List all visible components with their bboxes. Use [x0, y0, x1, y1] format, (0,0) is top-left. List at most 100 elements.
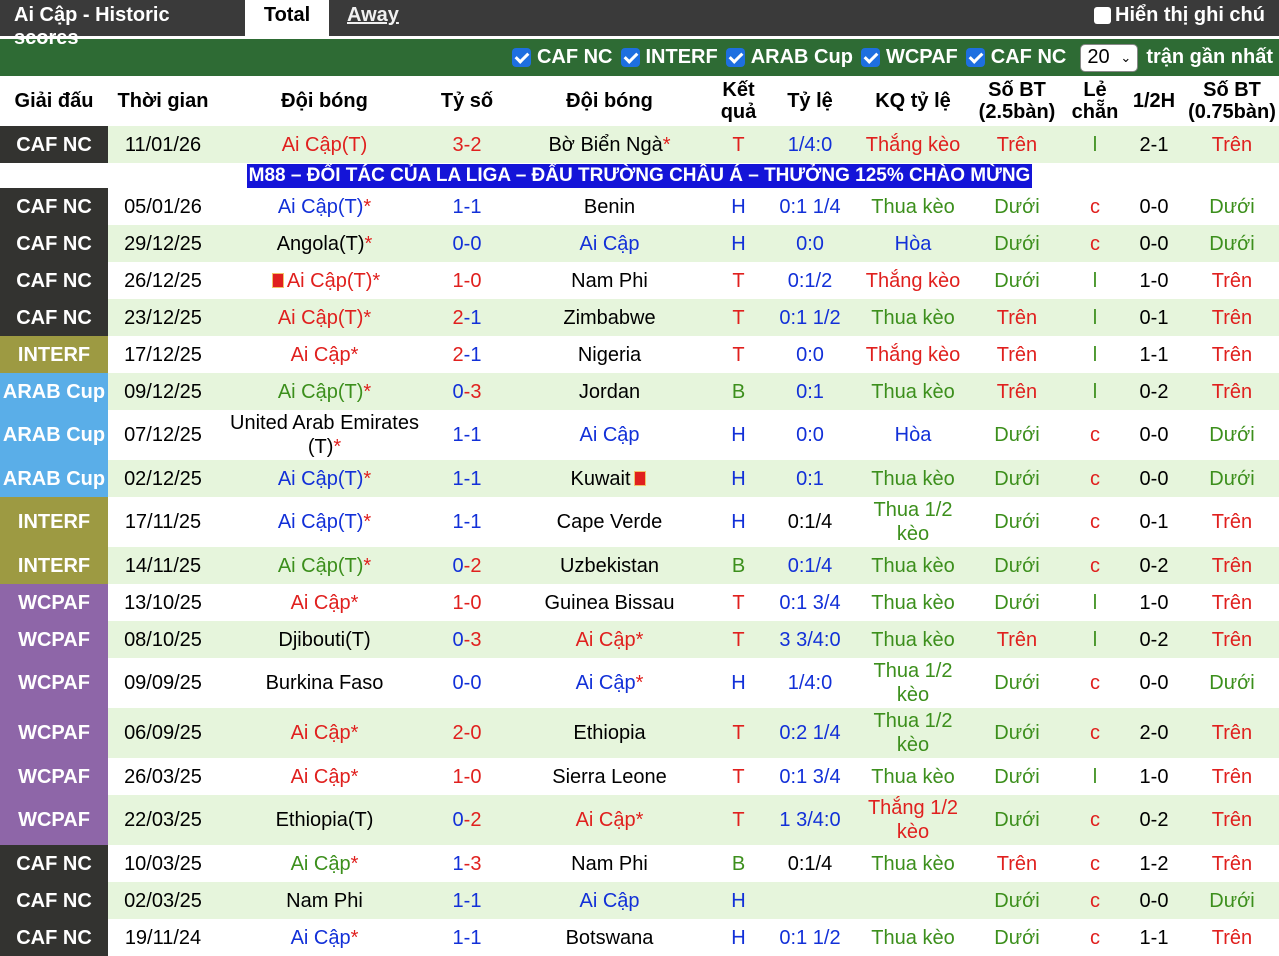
- home-team-cell[interactable]: Angola(T)*: [218, 225, 431, 262]
- table-row[interactable]: CAF NC 19/11/24 Ai Cập* 1-1 Botswana H 0:1 1/2…: [0, 919, 1279, 956]
- league-cell[interactable]: WCPAF: [0, 658, 108, 708]
- away-team-name[interactable]: Ai Cập: [579, 233, 639, 255]
- league-cell[interactable]: WCPAF: [0, 758, 108, 795]
- table-row[interactable]: WCPAF 08/10/25 Djibouti(T) 0-3 Ai Cập* T 3 3/4…: [0, 621, 1279, 658]
- table-row[interactable]: INTERF 14/11/25 Ai Cập(T)* 0-2 Uzbekistan B 0:…: [0, 547, 1279, 584]
- league-cell[interactable]: WCPAF: [0, 708, 108, 758]
- away-team-cell[interactable]: Jordan: [503, 373, 716, 410]
- away-team-name[interactable]: Botswana: [566, 927, 654, 949]
- league-cell[interactable]: CAF NC: [0, 845, 108, 882]
- table-row[interactable]: ARAB Cup 09/12/25 Ai Cập(T)* 0-3 Jordan B 0:1 T…: [0, 373, 1279, 410]
- show-notes-checkbox[interactable]: [1094, 7, 1111, 24]
- away-team-cell[interactable]: Sierra Leone: [503, 758, 716, 795]
- home-team-name[interactable]: Ai Cập(T): [278, 555, 364, 577]
- home-team-cell[interactable]: Ai Cập(T)*: [218, 460, 431, 497]
- home-team-name[interactable]: Ai Cập(T): [278, 511, 364, 533]
- league-cell[interactable]: INTERF: [0, 336, 108, 373]
- table-row[interactable]: WCPAF 09/09/25 Burkina Faso 0-0 Ai Cập* H 1/4:…: [0, 658, 1279, 708]
- home-team-cell[interactable]: Ai Cập*: [218, 336, 431, 373]
- league-cell[interactable]: CAF NC: [0, 126, 108, 163]
- away-team-cell[interactable]: Nam Phi: [503, 845, 716, 882]
- home-team-name[interactable]: Ai Cập(T): [282, 134, 368, 156]
- filter-item[interactable]: CAF NC: [511, 46, 613, 69]
- table-row[interactable]: CAF NC 05/01/26 Ai Cập(T)* 1-1 Benin H 0:1 1/4…: [0, 188, 1279, 225]
- away-team-name[interactable]: Sierra Leone: [552, 766, 667, 788]
- home-team-cell[interactable]: Ai Cập(T)*: [218, 497, 431, 547]
- away-team-name[interactable]: Ethiopia: [573, 722, 645, 744]
- table-row[interactable]: WCPAF 13/10/25 Ai Cập* 1-0 Guinea Bissau T 0:1…: [0, 584, 1279, 621]
- filter-item[interactable]: WCPAF: [860, 46, 958, 69]
- home-team-cell[interactable]: Ai Cập*: [218, 845, 431, 882]
- home-team-name[interactable]: Ai Cập(T): [278, 381, 364, 403]
- home-team-cell[interactable]: Ai Cập*: [218, 919, 431, 956]
- league-cell[interactable]: CAF NC: [0, 225, 108, 262]
- filter-item[interactable]: CAF NC: [965, 46, 1066, 69]
- match-count-select[interactable]: 20 ⌄: [1080, 43, 1139, 72]
- checkbox-checked-icon[interactable]: [860, 48, 880, 67]
- home-team-name[interactable]: Ai Cập: [291, 344, 351, 366]
- away-team-name[interactable]: Uzbekistan: [560, 555, 659, 577]
- table-row[interactable]: CAF NC 02/03/25 Nam Phi 1-1 Ai Cập H Dưới c 0-0 D…: [0, 882, 1279, 919]
- table-row[interactable]: ARAB Cup 02/12/25 Ai Cập(T)* 1-1 Kuwait H 0:1 T…: [0, 460, 1279, 497]
- home-team-name[interactable]: United Arab Emirates (T): [230, 412, 419, 458]
- league-cell[interactable]: CAF NC: [0, 919, 108, 956]
- league-cell[interactable]: WCPAF: [0, 584, 108, 621]
- away-team-cell[interactable]: Kuwait: [503, 460, 716, 497]
- table-row[interactable]: INTERF 17/11/25 Ai Cập(T)* 1-1 Cape Verde H 0:…: [0, 497, 1279, 547]
- away-team-cell[interactable]: Ai Cập*: [503, 621, 716, 658]
- away-team-cell[interactable]: Ai Cập: [503, 225, 716, 262]
- tab-away[interactable]: Away: [329, 0, 399, 36]
- home-team-name[interactable]: Ai Cập: [291, 927, 351, 949]
- checkbox-checked-icon[interactable]: [965, 48, 985, 67]
- home-team-cell[interactable]: Burkina Faso: [218, 658, 431, 708]
- away-team-name[interactable]: Bờ Biển Ngà: [548, 134, 662, 156]
- away-team-name[interactable]: Ai Cập: [576, 809, 636, 831]
- home-team-name[interactable]: Ai Cập(T): [287, 270, 373, 292]
- away-team-cell[interactable]: Ai Cập*: [503, 795, 716, 845]
- home-team-name[interactable]: Ai Cập(T): [278, 468, 364, 490]
- league-cell[interactable]: WCPAF: [0, 621, 108, 658]
- home-team-cell[interactable]: Djibouti(T): [218, 621, 431, 658]
- home-team-name[interactable]: Ai Cập(T): [278, 307, 364, 329]
- ad-banner[interactable]: M88 – ĐỐI TÁC CỦA LA LIGA – ĐẤU TRƯỜNG C…: [246, 164, 1033, 188]
- checkbox-checked-icon[interactable]: [620, 48, 640, 67]
- checkbox-checked-icon[interactable]: [725, 48, 745, 67]
- ad-banner-row[interactable]: M88 – ĐỐI TÁC CỦA LA LIGA – ĐẤU TRƯỜNG C…: [0, 163, 1279, 188]
- show-notes-toggle[interactable]: Hiển thị ghi chú: [1094, 4, 1265, 27]
- ad-banner-cell[interactable]: M88 – ĐỐI TÁC CỦA LA LIGA – ĐẤU TRƯỜNG C…: [0, 163, 1279, 188]
- away-team-cell[interactable]: Uzbekistan: [503, 547, 716, 584]
- away-team-name[interactable]: Ai Cập: [579, 424, 639, 446]
- away-team-name[interactable]: Kuwait: [570, 468, 630, 490]
- home-team-cell[interactable]: Ai Cập*: [218, 584, 431, 621]
- league-cell[interactable]: CAF NC: [0, 299, 108, 336]
- home-team-cell[interactable]: Ai Cập*: [218, 758, 431, 795]
- home-team-cell[interactable]: Ai Cập(T)*: [218, 547, 431, 584]
- away-team-cell[interactable]: Nigeria: [503, 336, 716, 373]
- home-team-name[interactable]: Angola(T): [277, 233, 365, 255]
- away-team-name[interactable]: Nam Phi: [571, 853, 648, 875]
- away-team-cell[interactable]: Ai Cập: [503, 882, 716, 919]
- away-team-cell[interactable]: Benin: [503, 188, 716, 225]
- home-team-name[interactable]: Ai Cập: [291, 853, 351, 875]
- home-team-name[interactable]: Ai Cập: [291, 722, 351, 744]
- table-row[interactable]: CAF NC 11/01/26 Ai Cập(T) 3-2 Bờ Biển Ngà* T 1…: [0, 126, 1279, 163]
- table-row[interactable]: WCPAF 26/03/25 Ai Cập* 1-0 Sierra Leone T 0:1 …: [0, 758, 1279, 795]
- away-team-name[interactable]: Nam Phi: [571, 270, 648, 292]
- away-team-cell[interactable]: Botswana: [503, 919, 716, 956]
- league-cell[interactable]: CAF NC: [0, 262, 108, 299]
- home-team-cell[interactable]: Ai Cập*: [218, 708, 431, 758]
- home-team-cell[interactable]: Ai Cập(T)*: [218, 373, 431, 410]
- checkbox-checked-icon[interactable]: [511, 48, 531, 67]
- tab-total[interactable]: Total: [245, 0, 329, 36]
- away-team-name[interactable]: Guinea Bissau: [544, 592, 674, 614]
- home-team-cell[interactable]: Ai Cập(T)*: [218, 188, 431, 225]
- league-cell[interactable]: WCPAF: [0, 795, 108, 845]
- home-team-name[interactable]: Burkina Faso: [266, 672, 384, 694]
- home-team-name[interactable]: Ai Cập: [291, 766, 351, 788]
- league-cell[interactable]: ARAB Cup: [0, 410, 108, 460]
- home-team-cell[interactable]: Ethiopia(T): [218, 795, 431, 845]
- home-team-cell[interactable]: United Arab Emirates (T)*: [218, 410, 431, 460]
- away-team-name[interactable]: Cape Verde: [557, 511, 663, 533]
- away-team-cell[interactable]: Ai Cập*: [503, 658, 716, 708]
- away-team-name[interactable]: Ai Cập: [579, 890, 639, 912]
